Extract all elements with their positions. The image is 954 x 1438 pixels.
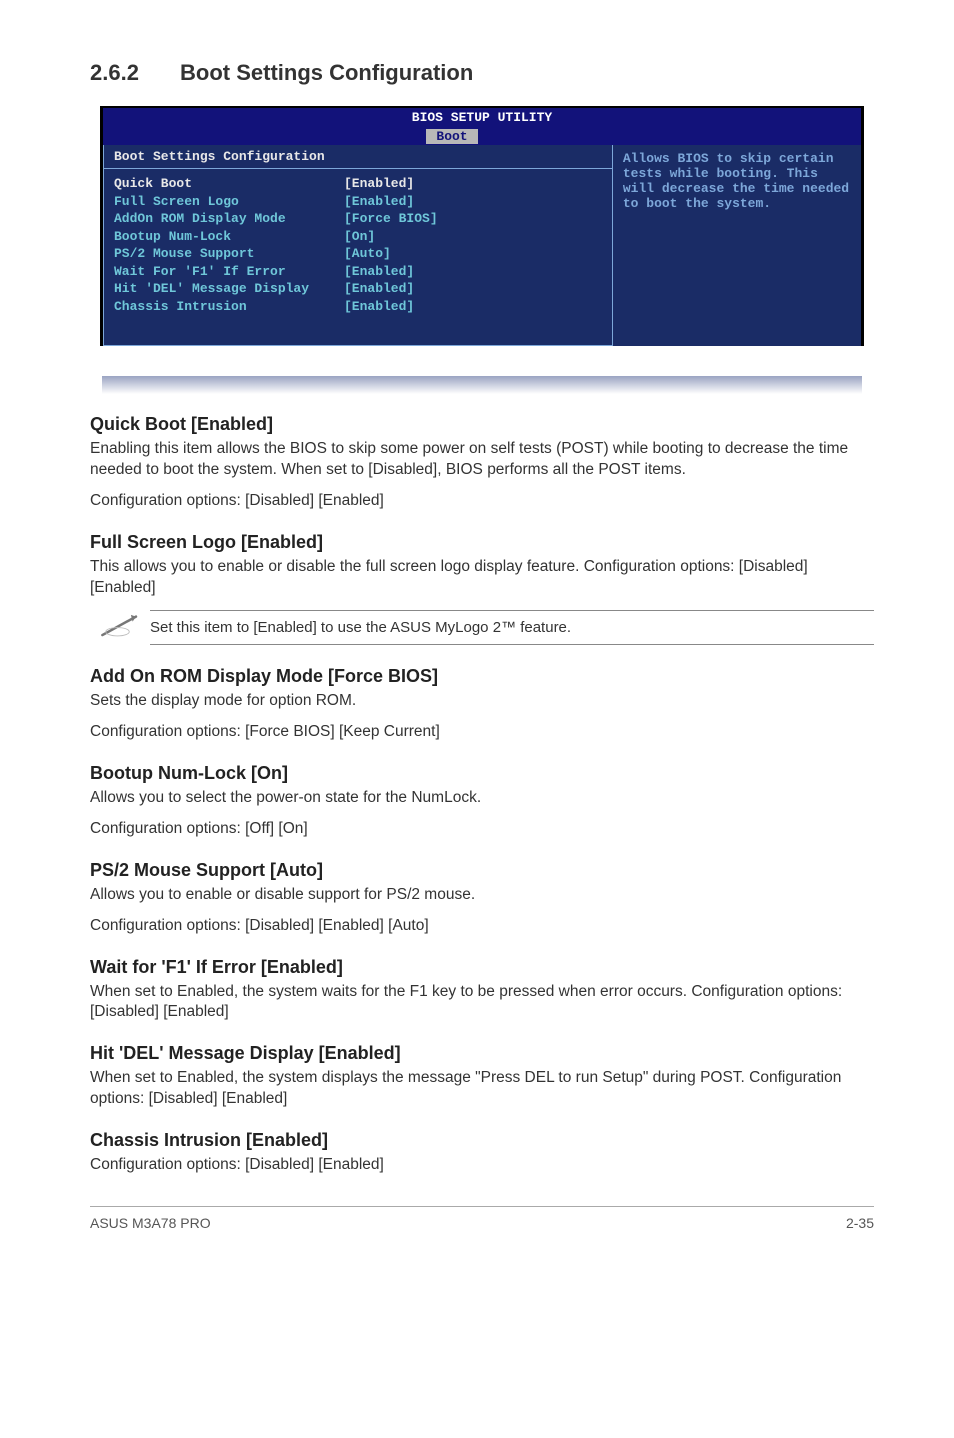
heading-full-screen-logo: Full Screen Logo [Enabled]: [90, 532, 874, 553]
bios-help-text: Allows BIOS to skip certain tests while …: [613, 145, 861, 346]
bios-screenshot: BIOS SETUP UTILITY Boot Boot Settings Co…: [100, 106, 864, 346]
text-addon-rom-2: Configuration options: [Force BIOS] [Kee…: [90, 722, 874, 743]
bios-setting-label: Chassis Intrusion: [114, 298, 344, 316]
bios-setting-value: [Enabled]: [344, 175, 414, 193]
bios-setting-label: Wait For 'F1' If Error: [114, 263, 344, 281]
heading-hit-del: Hit 'DEL' Message Display [Enabled]: [90, 1043, 874, 1064]
note-text: Set this item to [Enabled] to use the AS…: [150, 610, 874, 645]
heading-addon-rom: Add On ROM Display Mode [Force BIOS]: [90, 666, 874, 687]
heading-wait-f1: Wait for 'F1' If Error [Enabled]: [90, 957, 874, 978]
bios-tab-boot: Boot: [426, 129, 477, 144]
bios-setting-row: Bootup Num-Lock[On]: [114, 228, 602, 246]
text-chassis: Configuration options: [Disabled] [Enabl…: [90, 1155, 874, 1176]
bios-setting-label: Hit 'DEL' Message Display: [114, 280, 344, 298]
bios-setting-value: [Enabled]: [344, 263, 414, 281]
bios-setting-row: PS/2 Mouse Support[Auto]: [114, 245, 602, 263]
bios-setting-value: [Enabled]: [344, 193, 414, 211]
text-wait-f1: When set to Enabled, the system waits fo…: [90, 982, 874, 1024]
bios-setting-value: [Enabled]: [344, 298, 414, 316]
bios-setting-value: [Auto]: [344, 245, 391, 263]
bios-setting-label: PS/2 Mouse Support: [114, 245, 344, 263]
heading-quick-boot: Quick Boot [Enabled]: [90, 414, 874, 435]
section-title: Boot Settings Configuration: [180, 60, 473, 85]
bios-setting-value: [On]: [344, 228, 375, 246]
heading-bootup-numlock: Bootup Num-Lock [On]: [90, 763, 874, 784]
bios-setting-row: Hit 'DEL' Message Display[Enabled]: [114, 280, 602, 298]
text-hit-del: When set to Enabled, the system displays…: [90, 1068, 874, 1110]
section-number: 2.6.2: [90, 60, 180, 86]
bios-setting-row: AddOn ROM Display Mode[Force BIOS]: [114, 210, 602, 228]
bios-setting-row: Quick Boot[Enabled]: [114, 175, 602, 193]
bios-header: BIOS SETUP UTILITY: [103, 106, 861, 127]
footer-left: ASUS M3A78 PRO: [90, 1215, 211, 1231]
text-full-screen-logo: This allows you to enable or disable the…: [90, 557, 874, 599]
bios-setting-label: Quick Boot: [114, 175, 344, 193]
footer-right: 2-35: [846, 1215, 874, 1231]
text-ps2-mouse-1: Allows you to enable or disable support …: [90, 885, 874, 906]
text-bootup-numlock-1: Allows you to select the power-on state …: [90, 788, 874, 809]
bios-panel-title: Boot Settings Configuration: [104, 145, 612, 169]
bios-tabs: Boot: [103, 127, 861, 145]
heading-ps2-mouse: PS/2 Mouse Support [Auto]: [90, 860, 874, 881]
note-box: Set this item to [Enabled] to use the AS…: [90, 609, 874, 646]
text-bootup-numlock-2: Configuration options: [Off] [On]: [90, 819, 874, 840]
bios-fade: [102, 376, 862, 394]
section-heading: 2.6.2Boot Settings Configuration: [90, 60, 874, 86]
bios-setting-row: Full Screen Logo[Enabled]: [114, 193, 602, 211]
note-icon: [90, 609, 150, 646]
bios-setting-value: [Enabled]: [344, 280, 414, 298]
bios-setting-row: Chassis Intrusion[Enabled]: [114, 298, 602, 316]
bios-setting-label: Bootup Num-Lock: [114, 228, 344, 246]
page-footer: ASUS M3A78 PRO 2-35: [90, 1206, 874, 1231]
text-quick-boot-1: Enabling this item allows the BIOS to sk…: [90, 439, 874, 481]
text-quick-boot-2: Configuration options: [Disabled] [Enabl…: [90, 491, 874, 512]
bios-left-panel: Boot Settings Configuration Quick Boot[E…: [103, 145, 613, 346]
heading-chassis: Chassis Intrusion [Enabled]: [90, 1130, 874, 1151]
text-addon-rom-1: Sets the display mode for option ROM.: [90, 691, 874, 712]
bios-setting-value: [Force BIOS]: [344, 210, 438, 228]
bios-setting-label: AddOn ROM Display Mode: [114, 210, 344, 228]
bios-setting-label: Full Screen Logo: [114, 193, 344, 211]
text-ps2-mouse-2: Configuration options: [Disabled] [Enabl…: [90, 916, 874, 937]
bios-setting-row: Wait For 'F1' If Error[Enabled]: [114, 263, 602, 281]
